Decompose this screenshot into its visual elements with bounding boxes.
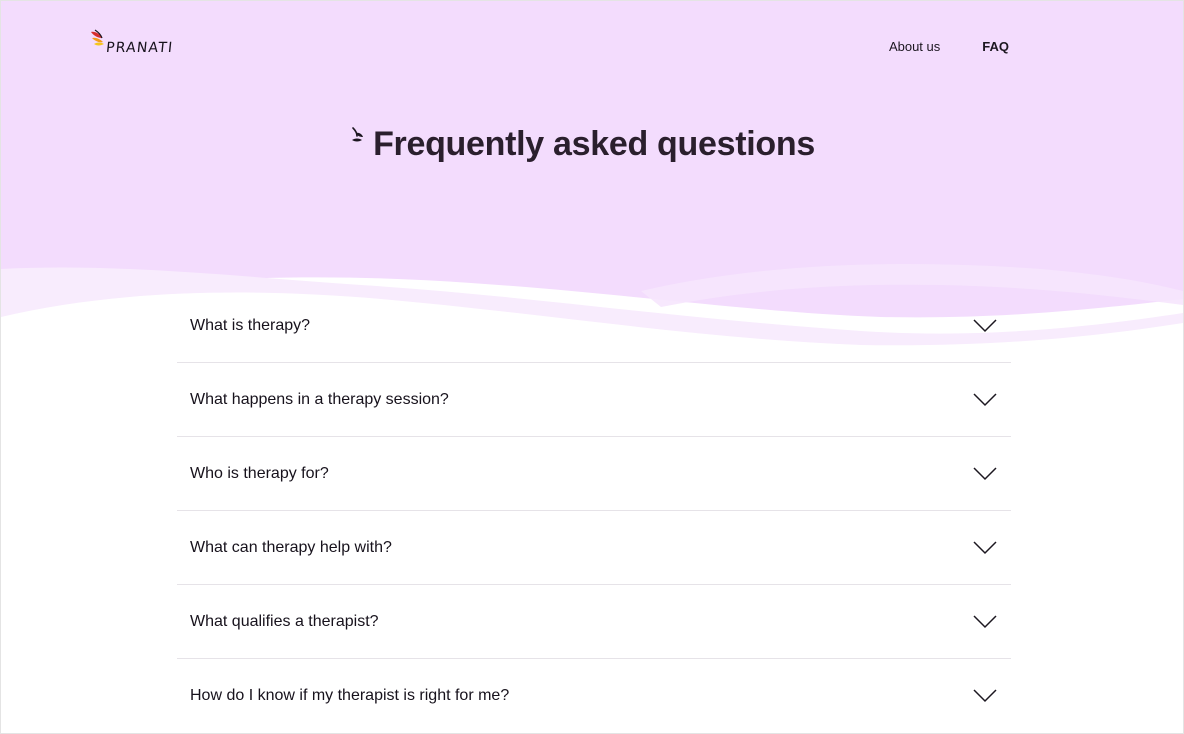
nav-faq[interactable]: FAQ <box>982 39 1009 54</box>
chevron-down-icon[interactable] <box>973 318 997 333</box>
chevron-down-icon[interactable] <box>973 466 997 481</box>
faq-question: What happens in a therapy session? <box>190 390 449 408</box>
page: PRANATI About us FAQ Frequently asked qu… <box>0 0 1184 734</box>
faq-item-help-with[interactable]: What can therapy help with? <box>177 511 1011 585</box>
faq-question: Who is therapy for? <box>190 464 329 482</box>
chevron-down-icon[interactable] <box>973 392 997 407</box>
chevron-down-icon[interactable] <box>973 540 997 555</box>
faq-question: What is therapy? <box>190 316 311 334</box>
faq-item-what-is-therapy[interactable]: What is therapy? <box>177 289 1011 363</box>
page-title-container: Frequently asked questions <box>352 125 815 164</box>
faq-item-who-is-therapy-for[interactable]: Who is therapy for? <box>177 437 1011 511</box>
nav-about-us[interactable]: About us <box>889 39 940 54</box>
faq-item-therapy-session[interactable]: What happens in a therapy session? <box>177 363 1011 437</box>
chevron-down-icon[interactable] <box>973 689 997 703</box>
top-nav: About us FAQ <box>889 39 1009 54</box>
faq-list: What is therapy? What happens in a thera… <box>177 289 1011 733</box>
leaf-accent-icon <box>352 127 364 142</box>
faq-question: What can therapy help with? <box>190 538 392 556</box>
page-title: Frequently asked questions <box>373 125 815 163</box>
faq-question: What qualifies a therapist? <box>190 612 379 630</box>
chevron-down-icon[interactable] <box>973 614 997 629</box>
title-wrap: Frequently asked questions <box>1 125 1183 164</box>
faq-item-therapist-right[interactable]: How do I know if my therapist is right f… <box>177 659 1011 733</box>
brand-name: PRANATI <box>105 40 175 56</box>
faq-item-qualifies-therapist[interactable]: What qualifies a therapist? <box>177 585 1011 659</box>
faq-question: How do I know if my therapist is right f… <box>190 687 510 704</box>
